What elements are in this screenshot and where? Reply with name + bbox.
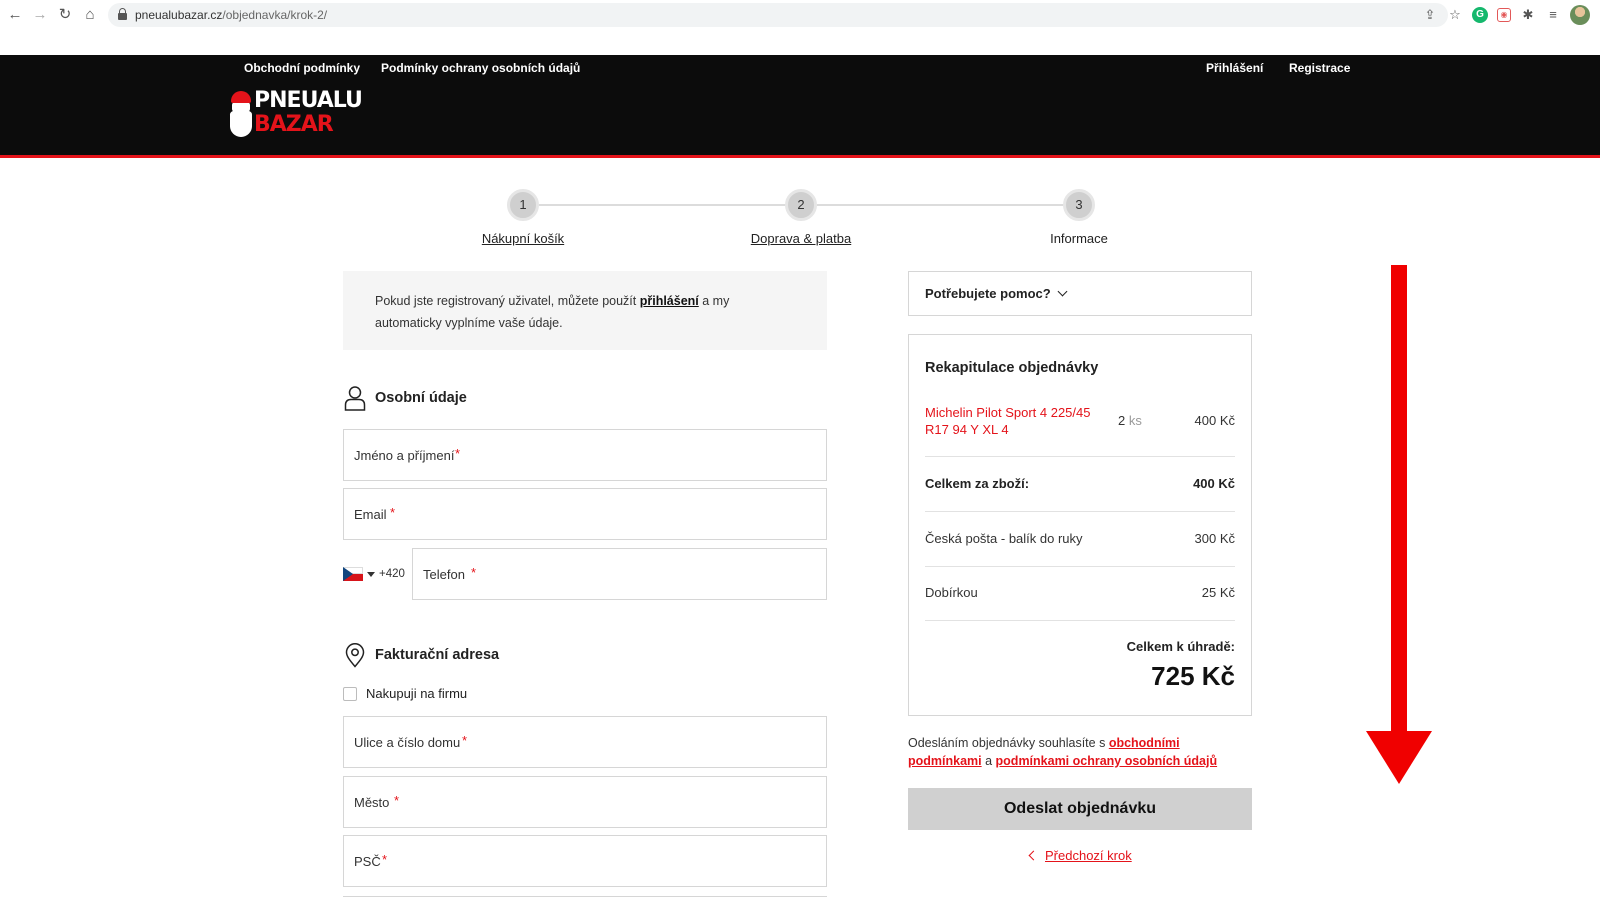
product-name-link[interactable]: Michelin Pilot Sport 4 225/45 R17 94 Y X… (925, 404, 1105, 438)
profile-avatar[interactable] (1570, 5, 1590, 25)
terms-privacy-link[interactable]: podmínkami ochrany osobních údajů (996, 754, 1218, 768)
summary-product-row: Michelin Pilot Sport 4 225/45 R17 94 Y X… (925, 404, 1235, 440)
reading-list-icon[interactable]: ≡ (1545, 7, 1561, 23)
payment-label: Dobírkou (925, 585, 978, 600)
street-input[interactable] (344, 717, 826, 767)
billing-section-title: Fakturační adresa (375, 647, 500, 663)
previous-step-link[interactable]: Předchozí krok (1028, 848, 1132, 863)
step-connector (817, 204, 1077, 206)
name-field[interactable]: * (343, 429, 827, 481)
next-field-edge (343, 896, 827, 900)
phone-prefix-text: +420 (379, 568, 405, 580)
company-checkbox[interactable] (343, 686, 357, 701)
login-link[interactable]: Přihlášení (1206, 61, 1263, 75)
phone-country-select[interactable]: +420 (343, 564, 405, 584)
personal-section-title: Osobní údaje (375, 390, 467, 406)
step-information-label: Informace (1050, 231, 1108, 246)
site-header: Obchodní podmínky Podmínky ochrany osobn… (0, 55, 1600, 158)
help-dropdown[interactable]: Potřebujete pomoc? (908, 271, 1252, 316)
grammarly-icon[interactable]: G (1472, 7, 1488, 23)
chevron-down-icon (1057, 286, 1068, 297)
submit-order-button[interactable]: Odeslat objednávku (908, 788, 1252, 830)
company-checkbox-row[interactable]: Nakupuji na firmu (343, 686, 467, 701)
step-2-circle: 2 (785, 189, 817, 221)
mascot-logo-icon (229, 89, 253, 139)
login-notice-link[interactable]: přihlášení (640, 294, 699, 308)
goods-total-value: 400 Kč (1193, 476, 1235, 491)
name-input[interactable] (344, 430, 826, 480)
logo-text-line1: PNEUALU (254, 88, 363, 113)
city-field[interactable]: * (343, 776, 827, 828)
step-cart-link[interactable]: Nákupní košík (482, 231, 564, 246)
zip-input[interactable] (344, 836, 826, 886)
terms-link[interactable]: Obchodní podmínky (244, 61, 360, 75)
arrow-down-icon (1366, 731, 1432, 784)
czech-flag-icon (343, 567, 363, 581)
terms-agreement: Odesláním objednávky souhlasíte s obchod… (908, 734, 1252, 770)
divider (925, 566, 1235, 567)
url-text: pneualubazar.cz/objednavka/krok-2/ (135, 8, 328, 22)
goods-total-label: Celkem za zboží: (925, 476, 1030, 491)
company-checkbox-label: Nakupuji na firmu (366, 686, 468, 701)
bookmark-star-icon[interactable]: ☆ (1447, 7, 1463, 23)
shipping-value: 300 Kč (1194, 531, 1235, 546)
browser-extension-icons: ⇪ ☆ G ◉ ✱ ≡ (1422, 4, 1590, 26)
grand-total-label: Celkem k úhradě: (1126, 639, 1235, 654)
caret-down-icon (367, 571, 375, 577)
shipping-row: Česká pošta - balík do ruky 300 Kč (925, 531, 1235, 546)
lock-icon (118, 8, 127, 20)
step-1-circle: 1 (507, 189, 539, 221)
extension-camera-icon[interactable]: ◉ (1497, 8, 1511, 22)
address-bar[interactable]: pneualubazar.cz/objednavka/krok-2/ (108, 3, 1448, 27)
step-connector (539, 204, 799, 206)
grand-total-value: 725 Kč (1151, 661, 1235, 691)
divider (925, 456, 1235, 457)
puzzle-extensions-icon[interactable]: ✱ (1520, 7, 1536, 23)
location-pin-icon (345, 643, 365, 668)
terms-text-and: a (981, 754, 996, 768)
divider (925, 620, 1235, 621)
step-shipping-link[interactable]: Doprava & platba (751, 231, 851, 246)
user-icon (344, 386, 366, 411)
privacy-link[interactable]: Podmínky ochrany osobních údajů (381, 61, 580, 75)
site-logo[interactable]: PNEUALU BAZAR (229, 89, 363, 141)
payment-row: Dobírkou 25 Kč (925, 585, 1235, 600)
goods-total-row: Celkem za zboží: 400 Kč (925, 476, 1235, 491)
register-link[interactable]: Registrace (1289, 61, 1350, 75)
product-price: 400 Kč (1194, 413, 1235, 428)
share-icon[interactable]: ⇪ (1422, 7, 1438, 23)
street-field[interactable]: * (343, 716, 827, 768)
divider (925, 511, 1235, 512)
phone-field[interactable]: * (412, 548, 827, 600)
summary-title: Rekapitulace objednávky (925, 360, 1099, 376)
previous-step-label: Předchozí krok (1045, 848, 1132, 863)
chevron-left-icon (1028, 850, 1039, 861)
product-quantity: 2 ks (1118, 413, 1142, 428)
forward-arrow-icon[interactable]: → (29, 4, 51, 26)
email-input[interactable] (344, 489, 826, 539)
step-3-circle: 3 (1063, 189, 1095, 221)
back-arrow-icon[interactable]: ← (4, 4, 26, 26)
phone-input[interactable] (413, 549, 826, 599)
scroll-down-arrow-shaft (1391, 265, 1407, 732)
home-icon[interactable]: ⌂ (79, 4, 101, 26)
email-field[interactable]: * (343, 488, 827, 540)
browser-toolbar: ← → ↻ ⌂ pneualubazar.cz/objednavka/krok-… (0, 0, 1600, 30)
login-notice-text: Pokud jste registrovaný uživatel, můžete… (375, 294, 640, 308)
help-label: Potřebujete pomoc? (925, 286, 1051, 301)
city-input[interactable] (344, 777, 826, 827)
reload-icon[interactable]: ↻ (54, 4, 76, 26)
terms-text: Odesláním objednávky souhlasíte s (908, 736, 1109, 750)
shipping-label: Česká pošta - balík do ruky (925, 531, 1083, 546)
order-summary: Rekapitulace objednávky Michelin Pilot S… (908, 334, 1252, 716)
login-notice: Pokud jste registrovaný uživatel, můžete… (343, 271, 827, 350)
payment-value: 25 Kč (1201, 585, 1235, 600)
zip-field[interactable]: * (343, 835, 827, 887)
logo-text-line2: BAZAR (254, 112, 334, 137)
